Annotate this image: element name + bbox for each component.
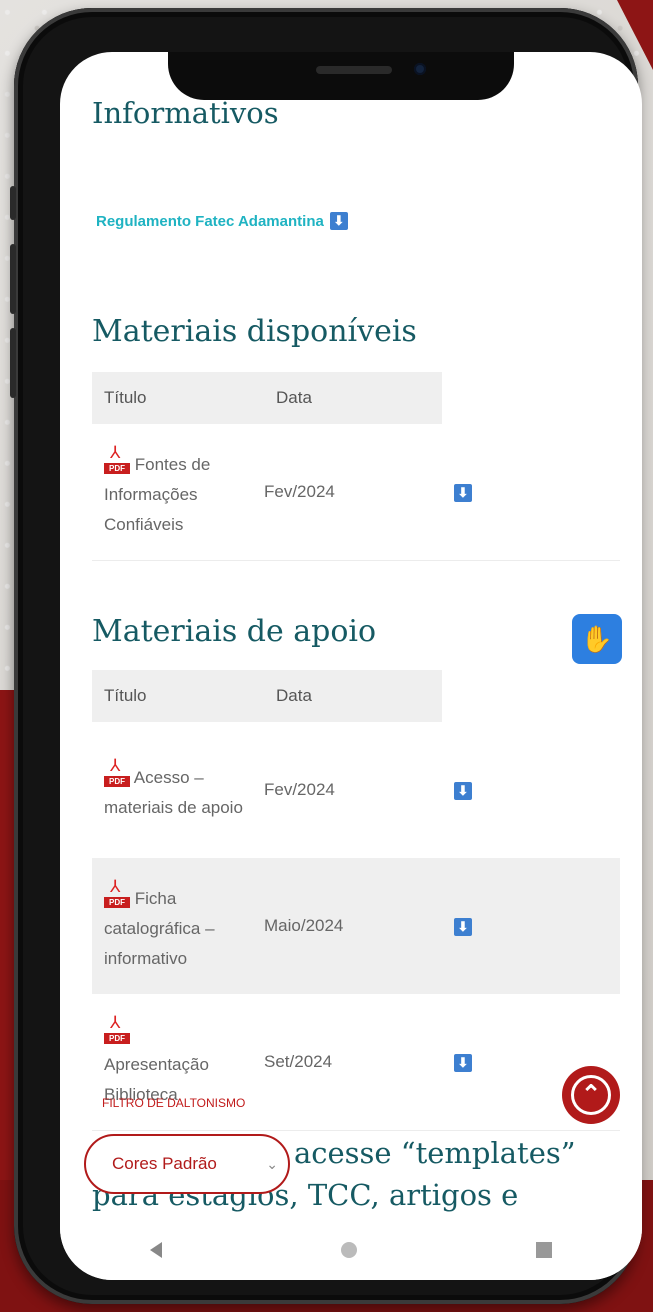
- speaker: [316, 66, 392, 74]
- download-icon[interactable]: ⬇: [454, 782, 472, 800]
- row-title[interactable]: ⅄ PDF Ficha catalográfica – informativo: [92, 878, 254, 974]
- color-filter-value: Cores Padrão: [112, 1154, 217, 1173]
- column-data: Data: [276, 686, 312, 705]
- home-icon[interactable]: [340, 1242, 357, 1258]
- table-row: ⅄ PDF Ficha catalográfica – informativo M…: [92, 858, 620, 994]
- pdf-icon: ⅄ PDF: [104, 444, 130, 474]
- regulamento-link[interactable]: Regulamento Fatec Adamantina ⬇: [96, 212, 348, 230]
- phone-screen: Informativos Regulamento Fatec Adamantin…: [60, 52, 642, 1280]
- materiais-disponiveis-table: Título Data ⅄ PDF Fontes de Informações C…: [92, 372, 620, 561]
- chevron-up-icon: ⌃: [571, 1075, 611, 1115]
- download-icon[interactable]: ⬇: [454, 918, 472, 936]
- pdf-icon: ⅄ PDF: [104, 1014, 130, 1044]
- table-row: ⅄ PDF Apresentação Biblioteca Set/2024 ⬇: [92, 994, 620, 1131]
- download-icon[interactable]: ⬇: [454, 1054, 472, 1072]
- column-titulo: Título: [104, 388, 147, 407]
- scroll-to-top-button[interactable]: ⌃: [562, 1066, 620, 1124]
- side-button: [10, 186, 16, 220]
- phone-frame: Informativos Regulamento Fatec Adamantin…: [10, 8, 642, 1304]
- volume-down-button: [10, 328, 16, 398]
- pdf-icon: ⅄ PDF: [104, 757, 130, 787]
- row-title[interactable]: ⅄ PDF Acesso – materiais de apoio: [92, 757, 254, 823]
- recent-apps-icon[interactable]: [536, 1242, 553, 1258]
- notch: [168, 52, 514, 100]
- download-icon[interactable]: ⬇: [454, 484, 472, 502]
- materiais-de-apoio-table: Título Data ⅄ PDF Acesso – materiais de a…: [92, 670, 620, 1131]
- row-date: Set/2024: [264, 1052, 333, 1071]
- back-icon[interactable]: [149, 1242, 162, 1258]
- android-nav-bar: [60, 1220, 642, 1280]
- regulamento-link-label: Regulamento Fatec Adamantina: [96, 212, 324, 230]
- row-date: Maio/2024: [264, 916, 344, 935]
- chevron-down-icon: ⌄: [266, 1155, 278, 1172]
- pdf-icon: ⅄ PDF: [104, 878, 130, 908]
- filter-label: FILTRO DE DALTONISMO: [102, 1096, 246, 1110]
- download-icon[interactable]: ⬇: [329, 212, 348, 230]
- row-title[interactable]: ⅄ PDF Fontes de Informações Confiáveis: [92, 444, 254, 540]
- row-date: Fev/2024: [264, 780, 335, 799]
- informativos-heading: Informativos: [92, 96, 279, 130]
- volume-up-button: [10, 244, 16, 314]
- sign-language-hands-icon: ✋: [580, 624, 614, 654]
- color-filter-select[interactable]: Cores Padrão ⌄: [84, 1134, 290, 1194]
- materiais-de-apoio-heading: Materiais de apoio: [92, 614, 377, 649]
- column-titulo: Título: [104, 686, 147, 705]
- column-data: Data: [276, 388, 312, 407]
- table-row: ⅄ PDF Fontes de Informações Confiáveis Fe…: [92, 424, 620, 561]
- row-date: Fev/2024: [264, 482, 335, 501]
- table-header: Título Data: [92, 670, 442, 722]
- table-header: Título Data: [92, 372, 442, 424]
- libras-accessibility-button[interactable]: ✋: [572, 614, 622, 664]
- materiais-disponiveis-heading: Materiais disponíveis: [92, 314, 417, 349]
- table-row: ⅄ PDF Acesso – materiais de apoio Fev/202…: [92, 722, 620, 858]
- camera: [414, 63, 426, 75]
